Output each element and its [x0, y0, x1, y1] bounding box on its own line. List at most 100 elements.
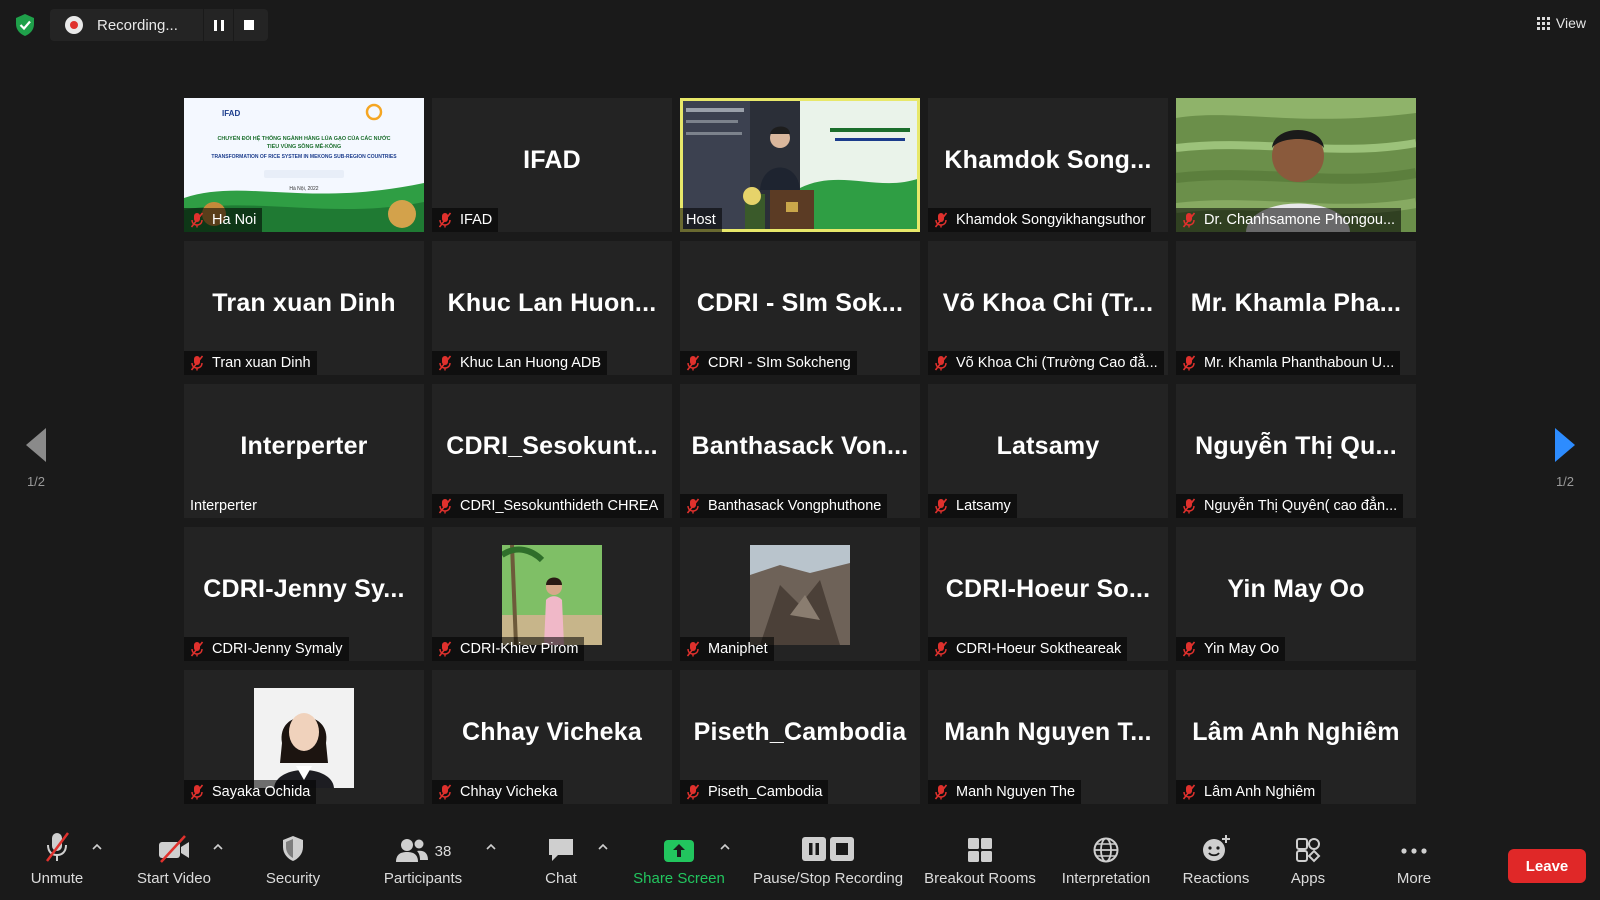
participant-tile[interactable]: Maniphet	[680, 527, 920, 661]
participant-name-label: Khuc Lan Huong ADB	[432, 351, 608, 375]
participant-display-name: Latsamy	[996, 432, 1100, 460]
participant-tile[interactable]: Khamdok Song... Khamdok Songyikhangsuthor	[928, 98, 1168, 232]
unmute-button[interactable]: Unmute	[20, 828, 94, 900]
audio-options-caret-icon[interactable]	[92, 842, 102, 852]
participant-name-label: IFAD	[432, 208, 499, 232]
participant-tile[interactable]: Dr. Chanhsamone Phongou...	[1176, 98, 1416, 232]
participant-tile[interactable]: Tran xuan Dinh Tran xuan Dinh	[184, 241, 424, 375]
encryption-shield-icon[interactable]	[14, 13, 36, 37]
breakout-rooms-icon	[968, 838, 992, 862]
mic-muted-icon	[438, 784, 452, 800]
participant-display-name: Võ Khoa Chi (Tr...	[942, 289, 1154, 317]
participant-tile[interactable]: Khuc Lan Huon... Khuc Lan Huong ADB	[432, 241, 672, 375]
video-off-icon	[159, 835, 189, 863]
breakout-rooms-button[interactable]: Breakout Rooms	[922, 828, 1038, 900]
recording-indicator: Recording...	[50, 9, 268, 41]
participant-tile[interactable]: IFAD CHUYỂN ĐỔI HỆ THỐNG NGÀNH HÀNG LÚA G…	[184, 98, 424, 232]
participants-options-caret-icon[interactable]	[486, 842, 496, 852]
unmute-label: Unmute	[30, 870, 84, 887]
participant-tile[interactable]: Latsamy Latsamy	[928, 384, 1168, 518]
mic-muted-icon	[438, 498, 452, 514]
participant-tile[interactable]: Chhay Vicheka Chhay Vicheka	[432, 670, 672, 804]
participants-button[interactable]: 38 Participants	[376, 828, 470, 900]
globe-icon	[1093, 837, 1119, 863]
share-options-caret-icon[interactable]	[720, 842, 730, 852]
participant-name: Võ Khoa Chi (Trường Cao đẳ...	[956, 355, 1158, 371]
leave-button[interactable]: Leave	[1508, 849, 1586, 883]
apps-button[interactable]: Apps	[1280, 828, 1336, 900]
view-label: View	[1555, 15, 1586, 31]
security-label: Security	[265, 870, 321, 887]
participant-name-label: Tran xuan Dinh	[184, 351, 317, 375]
security-shield-icon	[283, 836, 303, 861]
participant-tile[interactable]: IFAD IFAD	[432, 98, 672, 232]
video-options-caret-icon[interactable]	[213, 842, 223, 852]
start-video-button[interactable]: Start Video	[128, 828, 220, 900]
participant-display-name: Mr. Khamla Pha...	[1190, 289, 1402, 317]
participant-display-name: CDRI-Jenny Sy...	[203, 575, 405, 603]
participant-tile[interactable]: Manh Nguyen T... Manh Nguyen The	[928, 670, 1168, 804]
participant-display-name: Banthasack Von...	[691, 432, 909, 460]
apps-icon	[1296, 838, 1321, 863]
participant-name: Dr. Chanhsamone Phongou...	[1204, 212, 1396, 228]
chat-button[interactable]: Chat	[530, 828, 592, 900]
participants-icon	[395, 839, 428, 862]
participant-display-name: Chhay Vicheka	[461, 718, 642, 746]
apps-label: Apps	[1290, 870, 1326, 887]
participant-tile[interactable]: CDRI - SIm Sok... CDRI - SIm Sokcheng	[680, 241, 920, 375]
participant-name: Mr. Khamla Phanthaboun U...	[1204, 355, 1395, 371]
more-button[interactable]: More	[1386, 828, 1442, 900]
share-screen-button[interactable]: Share Screen	[628, 828, 730, 900]
reactions-button[interactable]: Reactions	[1176, 828, 1256, 900]
mic-muted-icon	[934, 355, 948, 371]
participant-name-label: CDRI-Hoeur Soktheareak	[928, 637, 1128, 661]
pause-stop-recording-label: Pause/Stop Recording	[752, 870, 904, 887]
participant-tile[interactable]: CDRI-Jenny Sy... CDRI-Jenny Symaly	[184, 527, 424, 661]
participant-tile[interactable]: Nguyễn Thị Qu... Nguyễn Thị Quyên( cao đẳ…	[1176, 384, 1416, 518]
participant-tile[interactable]: CDRI_Sesokunt... CDRI_Sesokunthideth CHRE…	[432, 384, 672, 518]
participant-tile[interactable]: Sayaka Ochida	[184, 670, 424, 804]
participant-name: Lâm Anh Nghiêm	[1204, 784, 1316, 800]
participant-name-label: Banthasack Vongphuthone	[680, 494, 888, 518]
pause-recording-button[interactable]	[203, 9, 233, 41]
chat-bubble-icon	[549, 839, 573, 861]
participant-tile[interactable]: Lâm Anh Nghiêm Lâm Anh Nghiêm	[1176, 670, 1416, 804]
participant-tile[interactable]: Mr. Khamla Pha... Mr. Khamla Phanthaboun …	[1176, 241, 1416, 375]
interpretation-button[interactable]: Interpretation	[1054, 828, 1158, 900]
mic-muted-icon	[1182, 784, 1196, 800]
mic-muted-icon	[934, 641, 948, 657]
stop-recording-button[interactable]	[233, 9, 263, 41]
participant-name: Interperter	[190, 498, 257, 514]
participant-tile[interactable]: CDRI-Khiev Pirom	[432, 527, 672, 661]
pause-stop-recording-button[interactable]: Pause/Stop Recording	[748, 828, 908, 900]
reactions-label: Reactions	[1182, 870, 1250, 887]
view-button[interactable]: View	[1536, 10, 1586, 36]
chat-options-caret-icon[interactable]	[598, 842, 608, 852]
arrow-left-icon	[26, 428, 46, 462]
participant-name: Nguyễn Thị Quyên( cao đẳn...	[1204, 498, 1398, 514]
mic-muted-icon	[190, 355, 204, 371]
mic-muted-icon	[190, 641, 204, 657]
participant-name: IFAD	[460, 212, 493, 228]
participant-name-label: CDRI - SIm Sokcheng	[680, 351, 857, 375]
security-button[interactable]: Security	[255, 828, 331, 900]
profile-photo-image	[750, 545, 850, 645]
participant-tile[interactable]: Piseth_Cambodia Piseth_Cambodia	[680, 670, 920, 804]
mic-muted-icon	[934, 212, 948, 228]
participant-tile[interactable]: Banthasack Von... Banthasack Vongphuthone	[680, 384, 920, 518]
participant-tile[interactable]: Host	[680, 98, 920, 232]
participant-name-label: Chhay Vicheka	[432, 780, 564, 804]
participant-tile[interactable]: Võ Khoa Chi (Tr... Võ Khoa Chi (Trường Ca…	[928, 241, 1168, 375]
participant-name-label: Lâm Anh Nghiêm	[1176, 780, 1322, 804]
participant-tile[interactable]: CDRI-Hoeur So... CDRI-Hoeur Soktheareak	[928, 527, 1168, 661]
mic-muted-icon	[686, 498, 700, 514]
mic-muted-icon	[1182, 498, 1196, 514]
participant-name-label: Piseth_Cambodia	[680, 780, 829, 804]
previous-page-button[interactable]: 1/2	[16, 428, 56, 489]
participants-label: Participants	[383, 870, 463, 887]
participant-name: CDRI-Jenny Symaly	[212, 641, 343, 657]
next-page-button[interactable]: 1/2	[1545, 428, 1585, 489]
participant-tile[interactable]: Yin May Oo Yin May Oo	[1176, 527, 1416, 661]
participant-name-label: Sayaka Ochida	[184, 780, 317, 804]
participant-tile[interactable]: Interperter Interperter	[184, 384, 424, 518]
